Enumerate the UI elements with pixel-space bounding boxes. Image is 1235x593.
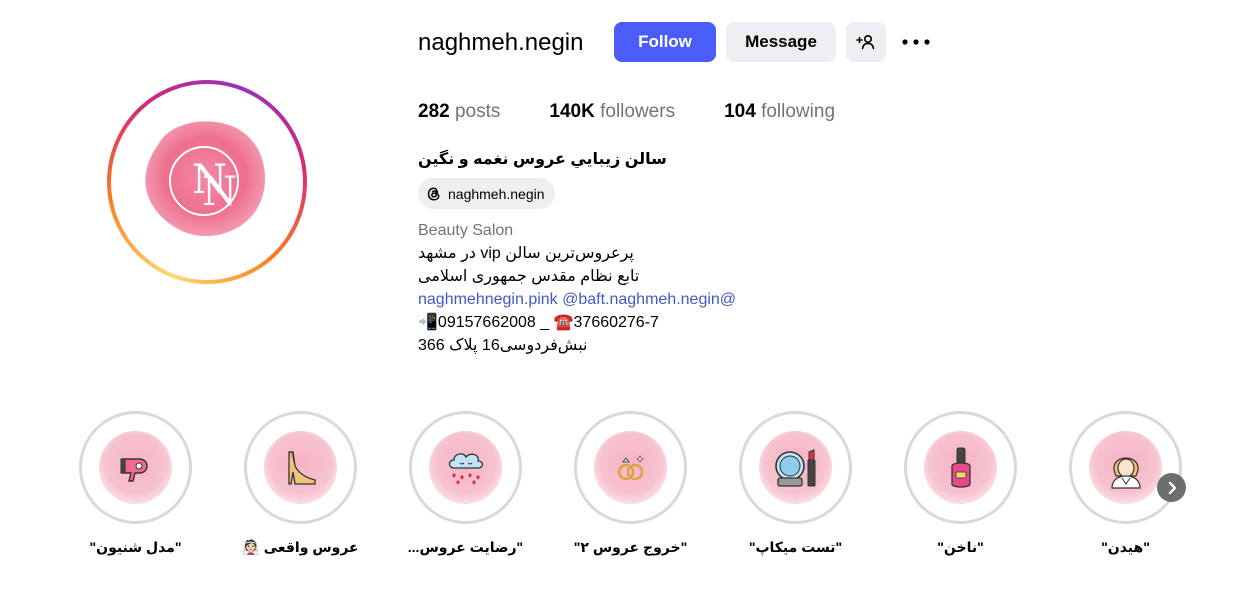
more-horizontal-icon (902, 39, 930, 45)
highlight-ring (574, 411, 687, 524)
following-label: following (761, 101, 836, 122)
followers-label: followers (600, 101, 676, 122)
full-name: سالن زيبايي عروس نغمه و نگین (418, 151, 667, 168)
following-count: 104 (724, 101, 756, 122)
highlights-next-button[interactable] (1157, 473, 1186, 502)
threads-handle: naghmeh.negin (448, 185, 545, 202)
category-label: Beauty Salon (418, 222, 514, 239)
story-highlight[interactable]: "هیدن" (1069, 411, 1182, 555)
highlight-ring (904, 411, 1017, 524)
highlight-ring (244, 411, 357, 524)
highlight-cover (429, 431, 502, 504)
profile-avatar[interactable]: N N (112, 85, 302, 279)
message-button[interactable]: Message (726, 22, 836, 62)
highlight-label: "هیدن" (1101, 539, 1150, 555)
highlight-cover (264, 431, 337, 504)
bio-address-line: نبش‌فردوسی16 پلاک 366 (418, 337, 588, 354)
threads-badge[interactable]: naghmeh.negin (418, 178, 555, 209)
bio-line: تابع نظام مقدس جمهوری اسلامی (418, 268, 640, 285)
highlight-ring (739, 411, 852, 524)
highlight-cover (1089, 431, 1162, 504)
highlight-cover (594, 431, 667, 504)
chevron-right-icon (1168, 481, 1176, 494)
highlight-ring (79, 411, 192, 524)
story-highlight[interactable]: "رضایت عروس... (408, 411, 523, 555)
posts-count: 282 (418, 101, 450, 122)
brand-logo: N N (145, 121, 266, 237)
bio-phone-line: 📲09157662008 _ ☎️37660276-7 (418, 314, 659, 331)
wedding-rings-icon (617, 454, 644, 480)
story-highlight[interactable]: "مدل شنیون" (79, 411, 192, 555)
profile-stats: 282 posts 140K followers 104 following (418, 100, 884, 124)
profile-avatar-ring[interactable]: N N (107, 80, 307, 284)
highlight-cover (924, 431, 997, 504)
following-stat[interactable]: 104 following (724, 100, 835, 124)
bio-line: پرعروس‌ترین سالن vip در مشهد (418, 245, 634, 262)
nail-polish-icon (950, 447, 971, 488)
posts-stat: 282 posts (418, 100, 500, 124)
followers-stat[interactable]: 140K followers (549, 100, 675, 124)
username: naghmeh.negin (418, 29, 584, 56)
highlight-label: عروس واقعی 👰🏻 (242, 539, 359, 555)
highlight-label: "ناخن" (937, 539, 984, 555)
follow-button[interactable]: Follow (614, 22, 716, 62)
followers-count: 140K (549, 101, 595, 122)
svg-text:N: N (202, 169, 237, 215)
threads-icon (426, 186, 442, 202)
add-user-icon (856, 34, 875, 50)
story-highlight[interactable]: عروس واقعی 👰🏻 (242, 411, 359, 555)
highlight-label: "رضایت عروس... (407, 539, 524, 555)
bio-mentions-link[interactable]: naghmehnegin.pink @baft.naghmeh.negin@ (418, 288, 736, 311)
highlight-ring (409, 411, 522, 524)
story-highlight[interactable]: "تست میکاپ" (739, 411, 852, 555)
bio: Beauty Salon پرعروس‌ترین سالن vip در مشه… (418, 219, 736, 357)
more-options-button[interactable] (900, 30, 932, 54)
makeup-mirror-icon (774, 448, 815, 487)
posts-label: posts (454, 101, 501, 122)
highlight-cover (99, 431, 172, 504)
hair-dryer-icon (120, 457, 148, 482)
highlight-label: "تست میکاپ" (748, 539, 843, 555)
cloud-hearts-icon (448, 452, 483, 485)
story-highlight[interactable]: "خروج عروس ۲" (574, 411, 687, 555)
highlight-ring (1069, 411, 1182, 524)
suggest-users-button[interactable] (846, 22, 886, 62)
story-highlight[interactable]: "ناخن" (904, 411, 1017, 555)
high-heel-icon (287, 450, 316, 485)
highlight-label: "مدل شنیون" (89, 539, 182, 555)
highlight-cover (759, 431, 832, 504)
woman-avatar-icon (1110, 456, 1141, 489)
highlight-label: "خروج عروس ۲" (573, 539, 688, 555)
